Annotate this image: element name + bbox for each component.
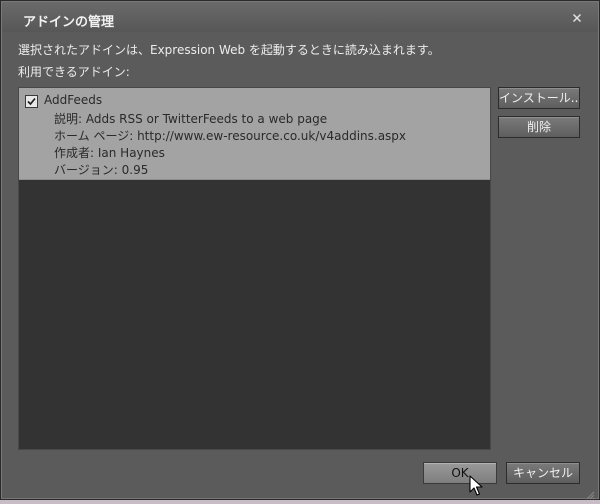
dialog-description: 選択されたアドインは、Expression Web を起動するときに読み込まれま… <box>18 43 440 57</box>
addin-name: AddFeeds <box>44 93 103 107</box>
ok-button[interactable]: OK <box>423 462 497 484</box>
addins-list[interactable]: AddFeeds 説明: Adds RSS or TwitterFeeds to… <box>18 87 491 450</box>
title-bar: アドインの管理 <box>2 2 598 32</box>
addin-author: 作成者: Ian Haynes <box>54 146 165 160</box>
addin-description: 説明: Adds RSS or TwitterFeeds to a web pa… <box>54 112 328 126</box>
delete-button[interactable]: 削除 <box>498 116 580 138</box>
mouse-pointer-icon <box>469 475 483 497</box>
resize-grip-icon[interactable] <box>585 485 595 500</box>
manage-addins-dialog: アドインの管理 選択されたアドインは、Expression Web を起動すると… <box>0 0 600 500</box>
install-button[interactable]: インストール... <box>498 87 580 109</box>
addin-enabled-checkbox[interactable] <box>25 95 38 108</box>
cancel-button[interactable]: キャンセル <box>506 462 580 484</box>
available-addins-label: 利用できるアドイン: <box>18 65 130 79</box>
addin-homepage: ホーム ページ: http://www.ew-resource.co.uk/v4… <box>54 129 407 143</box>
dialog-title: アドインの管理 <box>23 15 115 30</box>
addin-item-addfeeds[interactable]: AddFeeds 説明: Adds RSS or TwitterFeeds to… <box>19 88 490 180</box>
close-icon[interactable] <box>570 10 584 24</box>
addin-version: バージョン: 0.95 <box>54 163 149 177</box>
check-icon <box>27 97 36 106</box>
